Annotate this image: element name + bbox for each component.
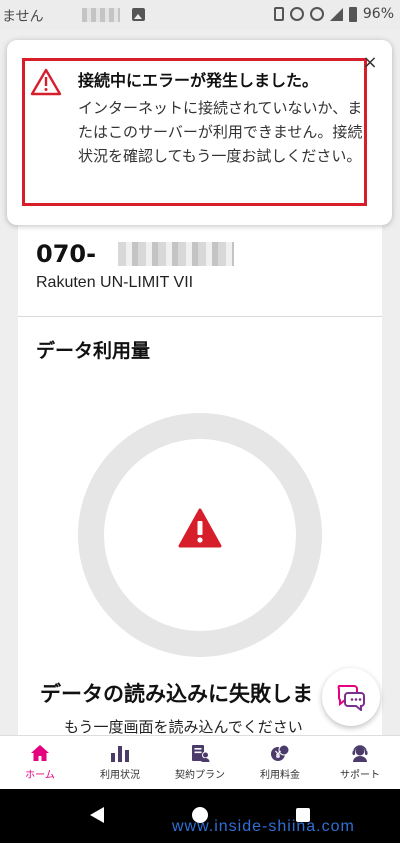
hotspot-icon bbox=[309, 7, 324, 21]
nav-usage[interactable]: 利用状況 bbox=[80, 736, 160, 789]
close-icon[interactable]: × bbox=[362, 54, 378, 72]
status-left-text: ません bbox=[2, 9, 44, 25]
back-icon[interactable] bbox=[90, 807, 104, 823]
battery-percent: 96% bbox=[362, 6, 394, 22]
status-bar: ません 96% bbox=[0, 0, 400, 30]
blurred-notification-icons bbox=[82, 8, 120, 22]
nav-fees-label: 利用料金 bbox=[260, 770, 300, 781]
nav-home[interactable]: ホーム bbox=[0, 736, 80, 789]
bottom-navigation: ホーム 利用状況 契約プラン 利用料金 サポート bbox=[0, 735, 400, 789]
contract-icon bbox=[192, 745, 210, 762]
home-icon bbox=[31, 745, 49, 761]
signal-icon bbox=[329, 7, 343, 21]
battery-icon bbox=[348, 6, 357, 22]
watermark: www.inside-shiina.com bbox=[172, 818, 355, 835]
nav-contract-plan[interactable]: 契約プラン bbox=[160, 736, 240, 789]
bar-chart-icon bbox=[111, 746, 129, 762]
nav-fees[interactable]: 利用料金 bbox=[240, 736, 320, 789]
nav-home-label: ホーム bbox=[25, 770, 55, 781]
card-divider bbox=[18, 316, 382, 317]
warning-icon bbox=[178, 508, 222, 548]
vibrate-icon bbox=[273, 7, 284, 21]
plan-name: Rakuten UN-LIMIT VII bbox=[36, 274, 194, 291]
data-usage-title: データ利用量 bbox=[36, 340, 151, 362]
status-icons: 96% bbox=[273, 6, 394, 22]
load-error-heading: データの読み込みに失敗しま bbox=[40, 682, 313, 706]
support-icon bbox=[352, 745, 368, 762]
phone-number: 070- bbox=[36, 240, 97, 268]
load-error-message: もう一度画面を読み込んでください bbox=[64, 718, 303, 736]
do-not-disturb-icon bbox=[289, 7, 304, 21]
notification-title: 接続中にエラーが発生しました。 bbox=[78, 71, 319, 90]
yen-icon bbox=[271, 744, 290, 761]
chat-support-button[interactable] bbox=[322, 668, 380, 726]
nav-support[interactable]: サポート bbox=[320, 736, 400, 789]
phone-number-blurred bbox=[118, 242, 234, 266]
nav-support-label: サポート bbox=[340, 770, 380, 781]
chat-bubbles-icon bbox=[337, 685, 365, 711]
nav-usage-label: 利用状況 bbox=[100, 770, 140, 781]
nav-contract-plan-label: 契約プラン bbox=[175, 770, 225, 781]
warning-triangle-icon bbox=[30, 68, 62, 96]
image-notification-icon bbox=[132, 8, 145, 21]
notification-body: インターネットに接続されていないか、またはこのサーバーが利用できません。接続状況… bbox=[78, 99, 363, 165]
